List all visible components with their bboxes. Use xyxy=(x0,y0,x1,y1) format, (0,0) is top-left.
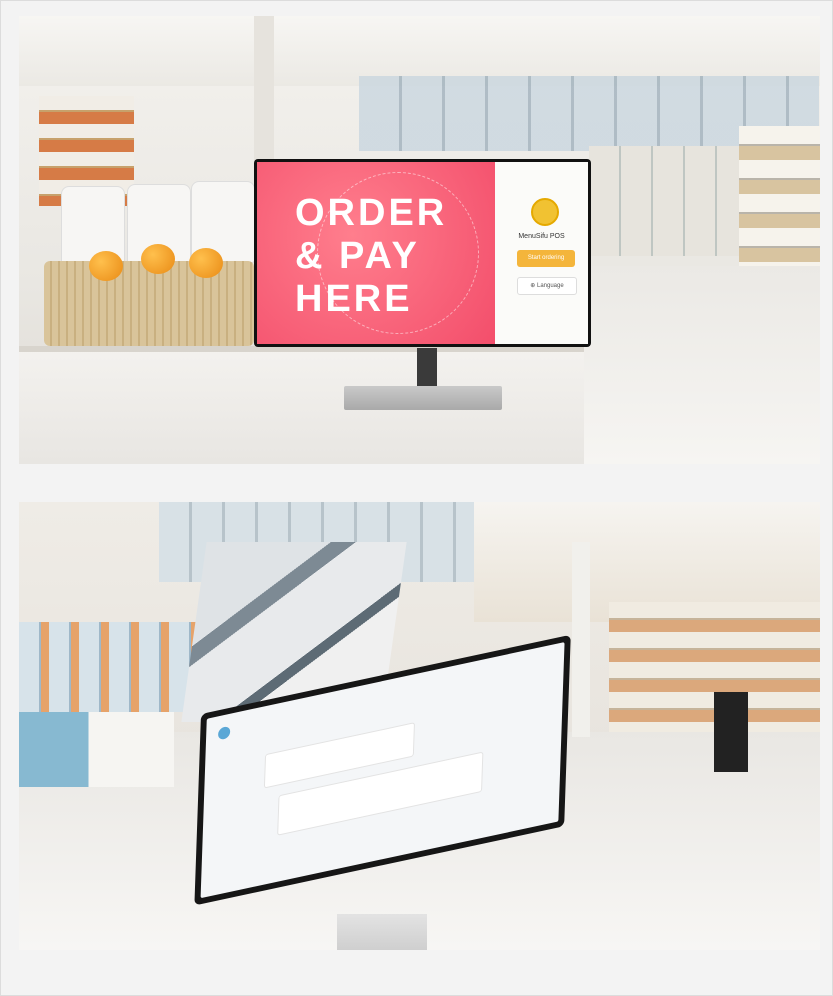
order-panel: MenuSifu POS Start ordering ⊕ Language xyxy=(495,162,588,344)
language-button[interactable]: ⊕ Language xyxy=(517,277,577,295)
orange xyxy=(189,248,223,278)
promo-headline: ORDER & PAY HERE xyxy=(295,192,448,320)
start-ordering-button[interactable]: Start ordering xyxy=(517,250,575,267)
monitor-base xyxy=(344,386,502,410)
pos-screen: ORDER & PAY HERE MenuSifu POS Start orde… xyxy=(257,162,588,344)
wicker-basket xyxy=(44,261,254,346)
orange xyxy=(141,244,175,274)
page-frame: ORDER & PAY HERE MenuSifu POS Start orde… xyxy=(0,0,833,996)
store-floor xyxy=(579,266,820,464)
brand-name: MenuSifu POS xyxy=(518,233,565,240)
brand-logo-icon xyxy=(531,198,559,226)
store-aisle xyxy=(589,146,749,256)
left-store xyxy=(19,622,199,712)
monitor-stand xyxy=(417,348,437,388)
promo-panel: ORDER & PAY HERE xyxy=(257,162,495,344)
photo-pos-counter: ORDER & PAY HERE MenuSifu POS Start orde… xyxy=(19,16,820,464)
left-counter xyxy=(19,712,174,787)
mall-column xyxy=(572,542,590,737)
standing-kiosk xyxy=(714,692,748,772)
photo-mall-kiosk xyxy=(19,502,820,950)
orange xyxy=(89,251,123,281)
tablet-stand xyxy=(337,914,427,950)
tablet-logo-icon xyxy=(217,725,231,741)
pos-monitor: ORDER & PAY HERE MenuSifu POS Start orde… xyxy=(254,159,591,347)
